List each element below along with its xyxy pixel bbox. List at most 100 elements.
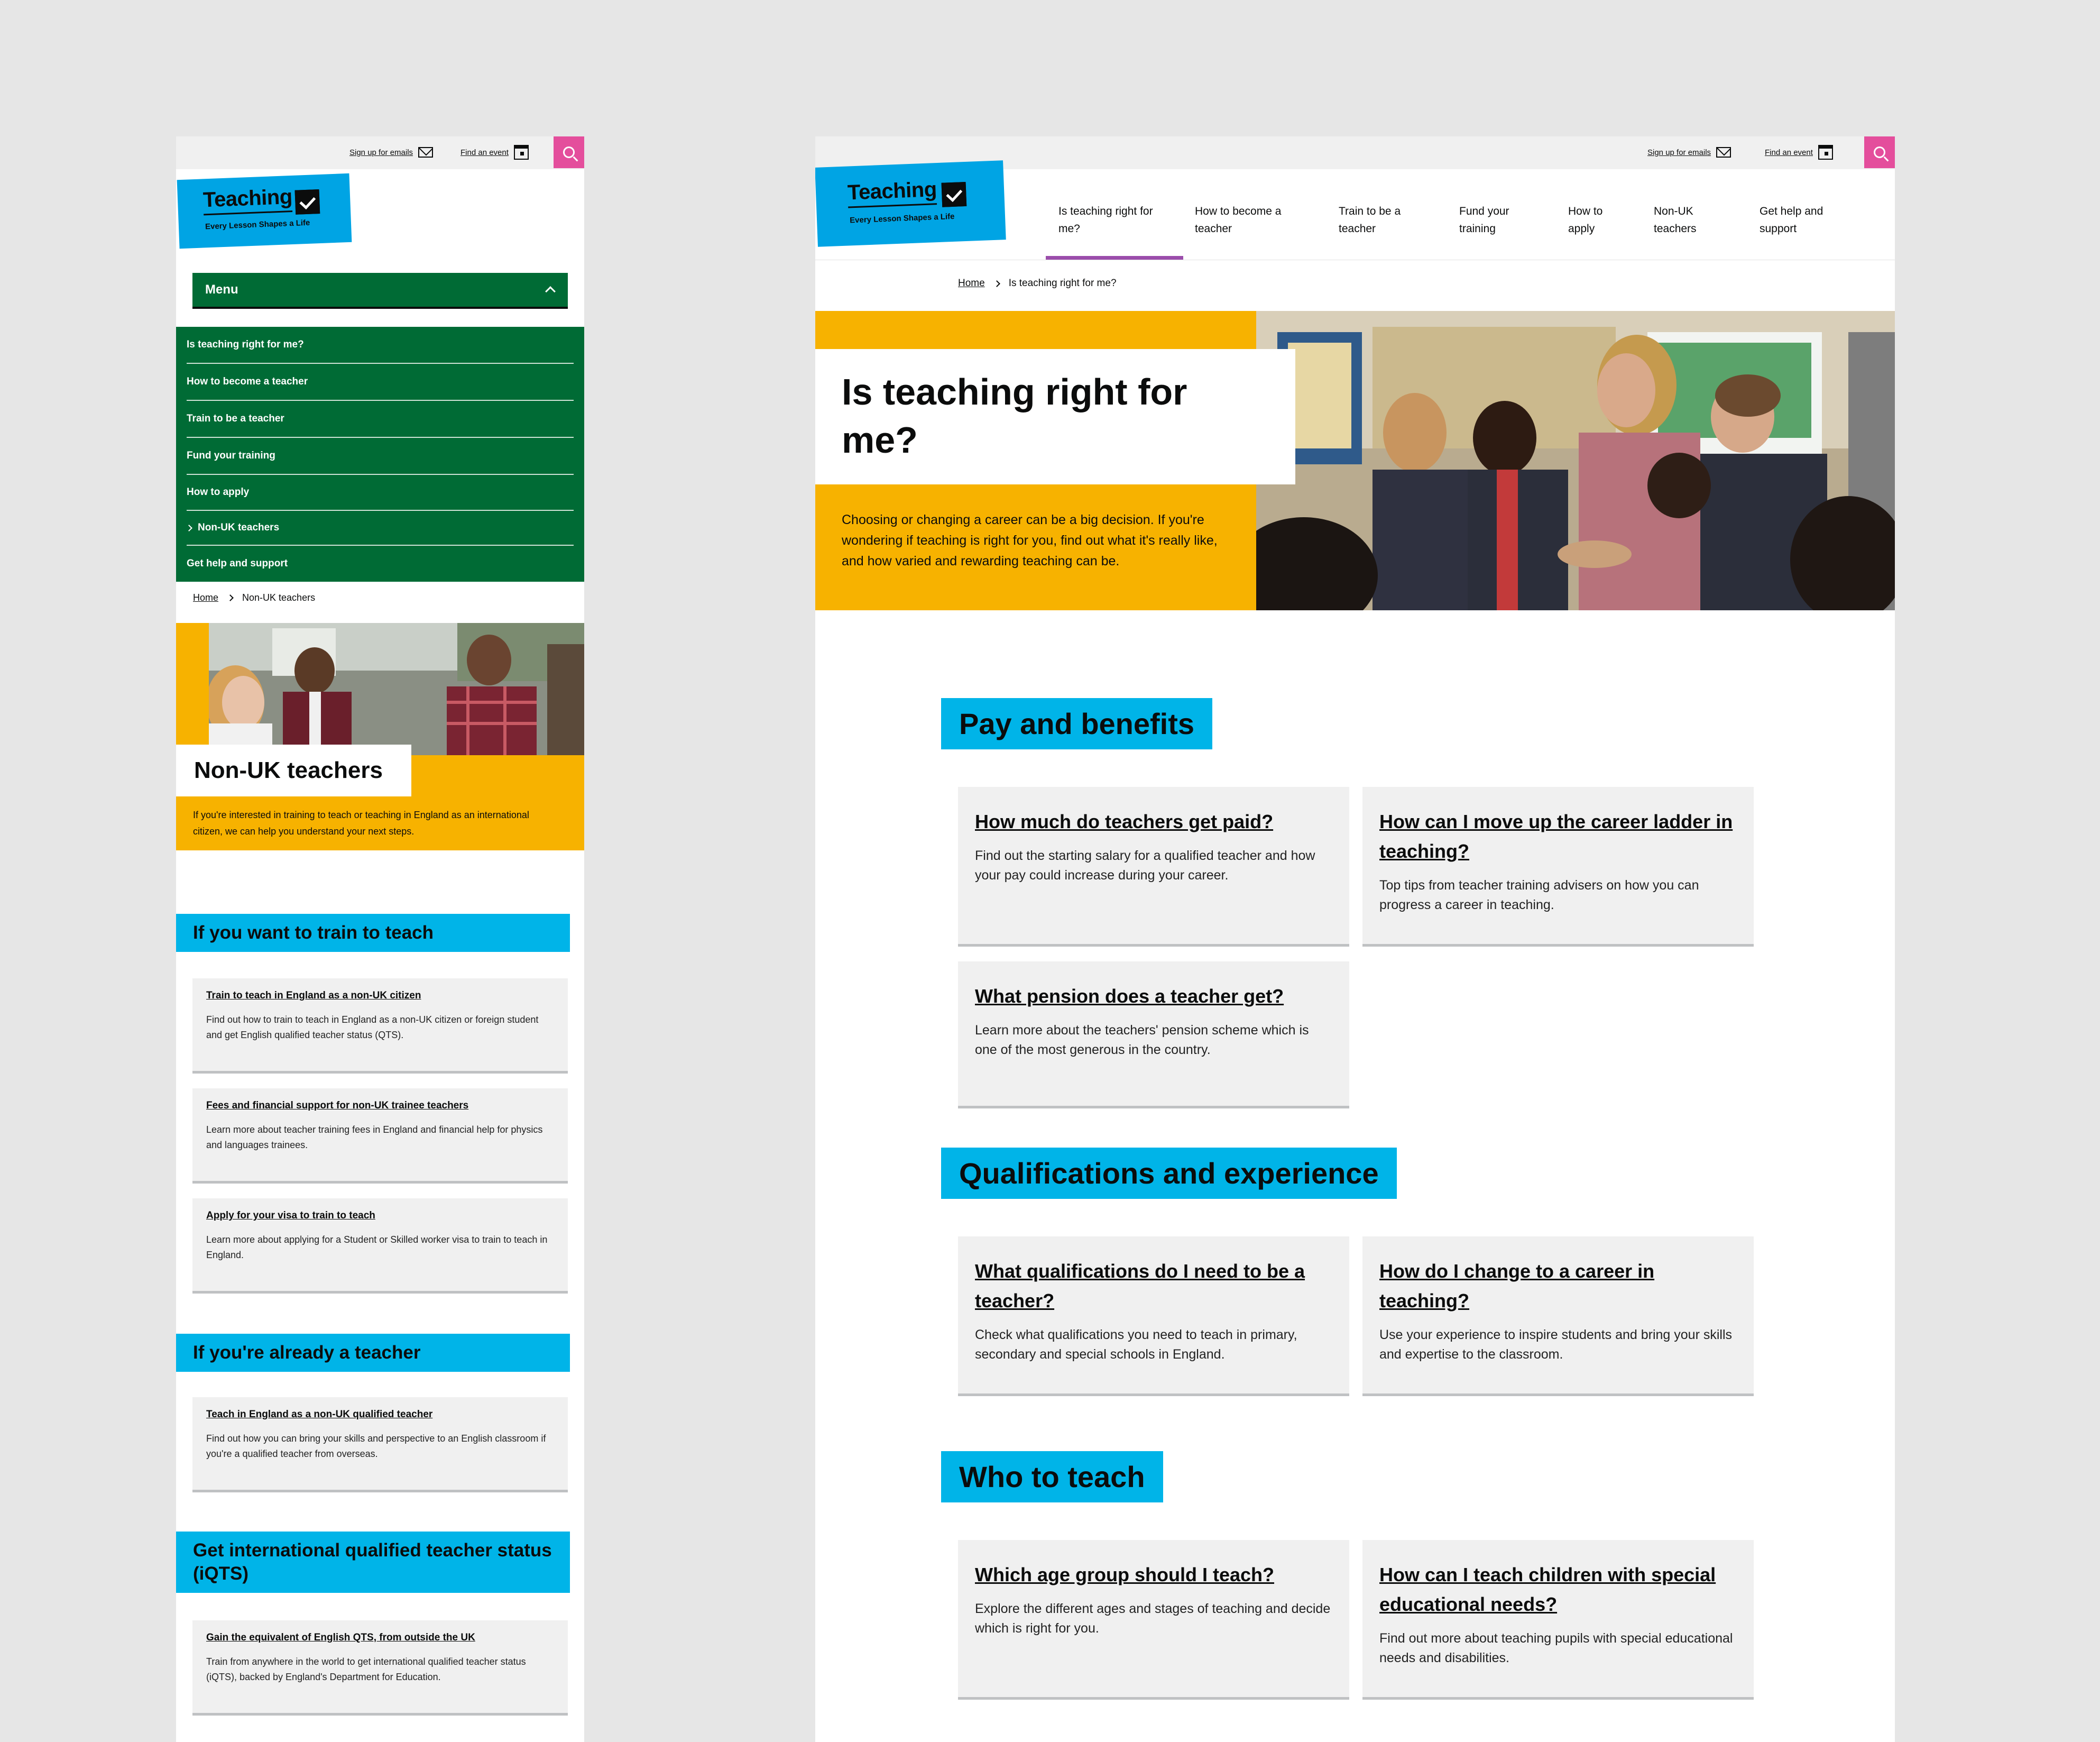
link-card[interactable]: Train to teach in England as a non-UK ci…	[192, 978, 568, 1074]
find-event-link[interactable]: Find an event	[460, 145, 529, 160]
logo-tagline: Every Lesson Shapes a Life	[205, 218, 310, 232]
menu-item-label: Is teaching right for me?	[187, 339, 304, 350]
card-description: Use your experience to inspire students …	[1379, 1327, 1733, 1362]
link-card[interactable]: What pension does a teacher get? Learn m…	[958, 961, 1349, 1108]
card-description: Explore the different ages and stages of…	[975, 1601, 1331, 1636]
section-heading: Pay and benefits	[941, 698, 1213, 749]
link-card[interactable]: Which age group should I teach? Explore …	[958, 1540, 1349, 1700]
nav-item-is-teaching-right[interactable]: Is teaching right for me?	[1058, 203, 1164, 237]
card-link[interactable]: Teach in England as a non-UK qualified t…	[206, 1409, 554, 1420]
card-description: Learn more about the teachers' pension s…	[975, 1022, 1309, 1058]
breadcrumb: Home Non-UK teachers	[193, 592, 315, 603]
menu-label: Menu	[205, 282, 238, 297]
link-card[interactable]: Apply for your visa to train to teach Le…	[192, 1198, 568, 1294]
teaching-logo[interactable]: Teaching Every Lesson Shapes a Life	[177, 173, 352, 249]
menu-item-how-to-become[interactable]: How to become a teacher	[187, 364, 574, 401]
tick-icon	[294, 189, 320, 215]
nav-item-help-support[interactable]: Get help and support	[1760, 203, 1839, 237]
menu-item-help-support[interactable]: Get help and support	[187, 546, 574, 582]
card-link[interactable]: Apply for your visa to train to teach	[206, 1210, 554, 1222]
card-description: Find out how you can bring your skills a…	[206, 1433, 546, 1459]
breadcrumb-home-link[interactable]: Home	[193, 592, 218, 603]
nav-item-fund-training[interactable]: Fund your training	[1459, 203, 1523, 237]
menu-item-label: How to become a teacher	[187, 376, 308, 387]
card-link[interactable]: How do I change to a career in teaching?	[1379, 1257, 1737, 1316]
link-card[interactable]: How can I teach children with special ed…	[1362, 1540, 1754, 1700]
breadcrumb-current: Is teaching right for me?	[1008, 278, 1117, 289]
menu-item-fund-training[interactable]: Fund your training	[187, 438, 574, 475]
nav-item-non-uk[interactable]: Non-UK teachers	[1654, 203, 1712, 237]
menu-item-label: Train to be a teacher	[187, 413, 284, 424]
breadcrumb-home-link[interactable]: Home	[958, 278, 985, 289]
section-heading: Get international qualified teacher stat…	[176, 1532, 570, 1593]
nav-item-how-to-become[interactable]: How to become a teacher	[1195, 203, 1290, 237]
mail-icon	[1716, 147, 1731, 158]
card-link[interactable]: Train to teach in England as a non-UK ci…	[206, 990, 554, 1002]
chevron-right-icon	[227, 594, 234, 601]
hero-title-panel: Non-UK teachers	[176, 745, 411, 796]
search-icon	[1874, 146, 1885, 158]
menu-item-train-to-be[interactable]: Train to be a teacher	[187, 401, 574, 438]
sign-up-emails-label: Sign up for emails	[349, 148, 413, 157]
find-event-link[interactable]: Find an event	[1765, 145, 1833, 160]
page-intro: Choosing or changing a career can be a b…	[842, 512, 1218, 569]
utility-bar: Sign up for emails Find an event	[176, 136, 584, 169]
menu-item-non-uk[interactable]: Non-UK teachers	[186, 511, 574, 546]
card-link[interactable]: What pension does a teacher get?	[975, 982, 1332, 1011]
card-link[interactable]: What qualifications do I need to be a te…	[975, 1257, 1332, 1316]
card-link[interactable]: Gain the equivalent of English QTS, from…	[206, 1632, 554, 1644]
hero-title-panel: Is teaching right for me?	[815, 349, 1295, 484]
card-link[interactable]: Fees and financial support for non-UK tr…	[206, 1100, 554, 1112]
page-title: Is teaching right for me?	[842, 371, 1187, 461]
card-description: Train from anywhere in the world to get …	[206, 1656, 526, 1682]
card-link[interactable]: How can I move up the career ladder in t…	[1379, 807, 1737, 866]
teaching-logo[interactable]: Teaching Every Lesson Shapes a Life	[815, 160, 1006, 247]
find-event-label: Find an event	[1765, 148, 1813, 157]
card-link[interactable]: How can I teach children with special ed…	[1379, 1560, 1737, 1619]
find-event-label: Find an event	[460, 148, 509, 157]
chevron-right-icon	[993, 280, 1000, 287]
menu-item-label: Fund your training	[187, 450, 275, 461]
page-title: Non-UK teachers	[194, 757, 383, 783]
logo-wordmark: Teaching	[202, 185, 293, 212]
hero-photo-classroom	[1256, 311, 1895, 610]
card-description: Find out more about teaching pupils with…	[1379, 1630, 1733, 1666]
card-description: Find out the starting salary for a quali…	[975, 848, 1315, 883]
nav-item-train-to-be[interactable]: Train to be a teacher	[1339, 203, 1413, 237]
card-link[interactable]: How much do teachers get paid?	[975, 807, 1332, 837]
nav-active-indicator	[1046, 256, 1183, 260]
calendar-icon	[1818, 145, 1833, 160]
card-description: Learn more about teacher training fees i…	[206, 1124, 543, 1150]
nav-item-how-to-apply[interactable]: How to apply	[1568, 203, 1616, 237]
search-icon	[563, 146, 575, 158]
section-heading: Who to teach	[941, 1451, 1163, 1502]
menu-item-how-to-apply[interactable]: How to apply	[187, 475, 574, 511]
link-card[interactable]: Gain the equivalent of English QTS, from…	[192, 1620, 568, 1716]
link-card[interactable]: How do I change to a career in teaching?…	[1362, 1236, 1754, 1396]
hero: Is teaching right for me? Choosing or ch…	[815, 311, 1895, 610]
menu-toggle-button[interactable]: Menu	[192, 273, 568, 309]
menu-item-is-teaching-right[interactable]: Is teaching right for me?	[187, 327, 574, 364]
card-description: Find out how to train to teach in Englan…	[206, 1014, 539, 1040]
desktop-page: Sign up for emails Find an event Teachin…	[815, 136, 1895, 1742]
search-button[interactable]	[554, 136, 584, 168]
link-card[interactable]: What qualifications do I need to be a te…	[958, 1236, 1349, 1396]
link-card[interactable]: How much do teachers get paid? Find out …	[958, 787, 1349, 947]
mail-icon	[418, 147, 434, 158]
sign-up-emails-link[interactable]: Sign up for emails	[1647, 147, 1731, 158]
section-heading: If you're already a teacher	[176, 1334, 570, 1372]
hero: Non-UK teachers If you're interested in …	[176, 623, 584, 850]
search-button[interactable]	[1864, 136, 1895, 168]
card-link[interactable]: Which age group should I teach?	[975, 1560, 1332, 1590]
breadcrumb: Home Is teaching right for me?	[958, 278, 1117, 289]
sign-up-emails-link[interactable]: Sign up for emails	[349, 147, 434, 158]
menu-item-label: Non-UK teachers	[198, 522, 280, 533]
logo-wordmark: Teaching	[847, 178, 937, 205]
hero-accent	[176, 623, 210, 745]
link-card[interactable]: Fees and financial support for non-UK tr…	[192, 1088, 568, 1184]
link-card[interactable]: Teach in England as a non-UK qualified t…	[192, 1397, 568, 1492]
hero-photo-adults	[209, 623, 584, 755]
link-card[interactable]: How can I move up the career ladder in t…	[1362, 787, 1754, 947]
breadcrumb-current: Non-UK teachers	[242, 592, 316, 603]
section-heading: Qualifications and experience	[941, 1148, 1397, 1199]
